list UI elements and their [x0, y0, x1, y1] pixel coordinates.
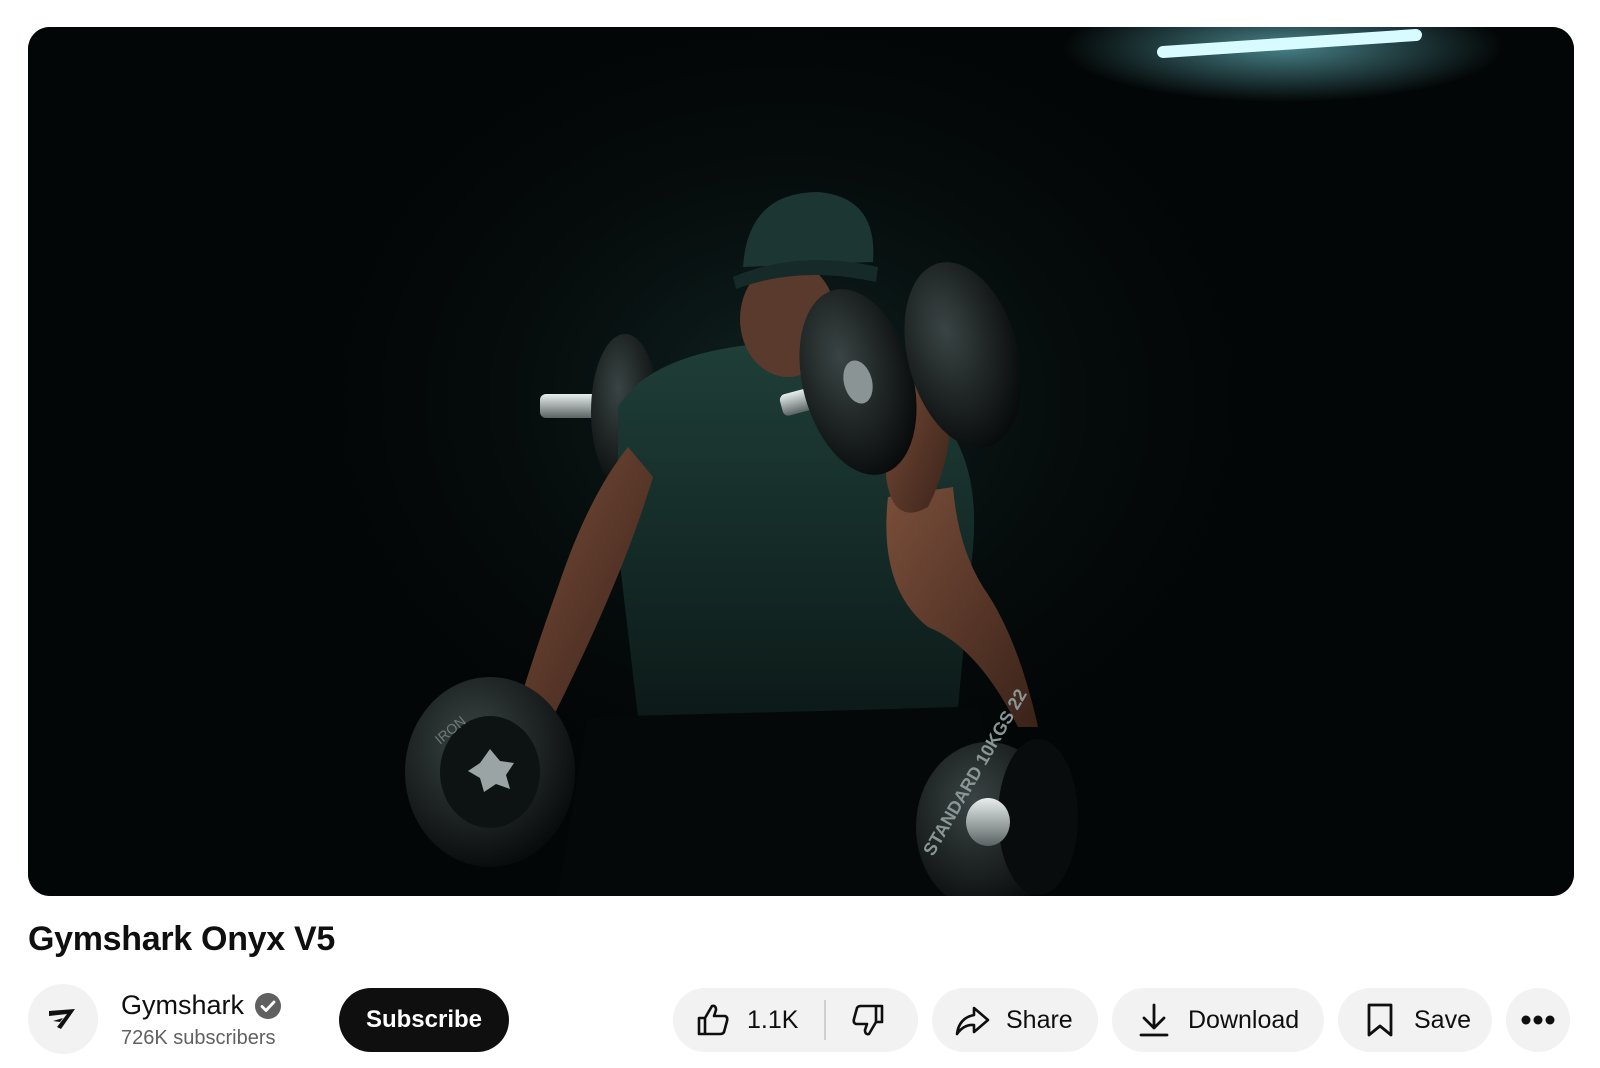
- video-player[interactable]: IRON STANDARD 10KGS 22: [28, 27, 1574, 896]
- channel-name[interactable]: Gymshark: [121, 990, 244, 1021]
- save-label: Save: [1414, 1005, 1471, 1034]
- bookmark-icon: [1360, 1000, 1400, 1040]
- thumbs-up-icon: [693, 1000, 733, 1040]
- more-actions-button[interactable]: [1506, 988, 1570, 1052]
- thumbs-down-icon: [848, 1000, 888, 1040]
- like-count: 1.1K: [747, 1005, 799, 1034]
- share-arrow-icon: [952, 1000, 992, 1040]
- share-button[interactable]: Share: [932, 988, 1098, 1052]
- download-button[interactable]: Download: [1112, 988, 1324, 1052]
- download-label: Download: [1188, 1005, 1300, 1034]
- verified-badge-icon: [254, 992, 282, 1020]
- channel-info: Gymshark 726K subscribers: [121, 990, 282, 1050]
- subscriber-count: 726K subscribers: [121, 1027, 276, 1049]
- gymshark-logo-icon: [49, 1009, 75, 1029]
- channel-row: Gymshark 726K subscribers Subscribe 1.1K: [28, 984, 1574, 1054]
- like-button[interactable]: 1.1K: [673, 988, 824, 1052]
- more-horizontal-icon: [1521, 1015, 1555, 1025]
- share-label: Share: [1006, 1005, 1073, 1034]
- download-icon: [1134, 1000, 1174, 1040]
- video-frame: IRON STANDARD 10KGS 22: [28, 27, 1574, 896]
- video-title: Gymshark Onyx V5: [28, 920, 336, 958]
- channel-avatar[interactable]: [28, 984, 98, 1054]
- subscribe-button[interactable]: Subscribe: [339, 988, 509, 1052]
- dislike-button[interactable]: [826, 988, 888, 1052]
- like-dislike-group: 1.1K: [673, 988, 918, 1052]
- save-button[interactable]: Save: [1338, 988, 1492, 1052]
